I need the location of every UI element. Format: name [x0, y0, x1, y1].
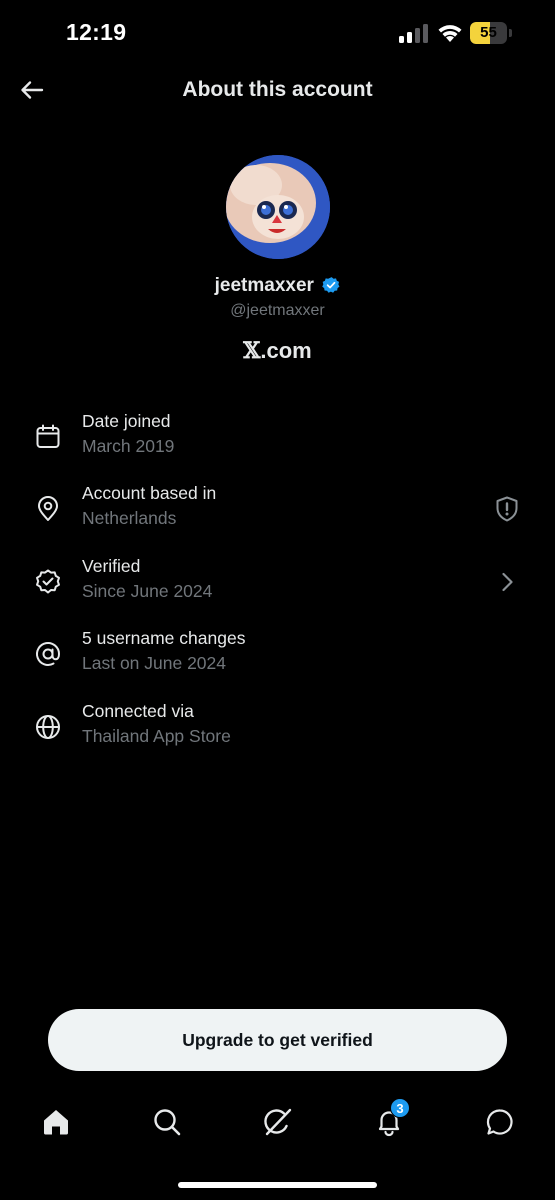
info-value: March 2019 [82, 436, 175, 456]
cellular-signal-icon [399, 24, 428, 43]
info-account-based-in: Account based in Netherlands [0, 483, 555, 543]
verified-badge-icon [322, 276, 340, 293]
messages-icon[interactable] [484, 1106, 516, 1138]
search-icon[interactable] [151, 1106, 183, 1138]
status-time: 12:19 [66, 19, 127, 45]
home-icon[interactable] [40, 1106, 72, 1138]
grok-icon[interactable] [262, 1106, 294, 1138]
info-value: Netherlands [82, 508, 177, 528]
site-suffix: .com [260, 338, 312, 363]
location-pin-icon [38, 496, 58, 521]
page-title: About this account [182, 78, 373, 101]
globe-icon [36, 715, 60, 739]
battery-icon: 55 [470, 22, 512, 44]
shield-alert-icon[interactable] [493, 495, 521, 523]
info-title: Connected via [82, 701, 194, 721]
calendar-icon [36, 424, 60, 448]
chevron-right-icon[interactable] [493, 568, 521, 596]
header: About this account [0, 66, 555, 114]
home-indicator [178, 1182, 377, 1188]
info-date-joined: Date joined March 2019 [0, 411, 555, 471]
wifi-icon [438, 25, 462, 42]
name-row: jeetmaxxer [0, 275, 555, 297]
verified-badge-icon [36, 569, 60, 594]
info-connected-via: Connected via Thailand App Store [0, 701, 555, 761]
status-bar: 12:19 55 [0, 0, 555, 70]
x-logo-icon: 𝕏 [243, 338, 261, 364]
info-username-changes: 5 username changes Last on June 2024 [0, 628, 555, 688]
notification-count-badge: 3 [390, 1098, 410, 1118]
info-value: Since June 2024 [82, 581, 213, 601]
info-value: Last on June 2024 [82, 653, 227, 673]
info-title: Verified [82, 556, 141, 576]
info-title: Date joined [82, 411, 171, 431]
battery-level: 55 [480, 24, 497, 41]
x-com-link[interactable]: 𝕏.com [0, 338, 555, 364]
notifications-tab[interactable]: 3 [373, 1098, 410, 1138]
info-verified[interactable]: Verified Since June 2024 [0, 556, 555, 616]
at-sign-icon [36, 642, 61, 666]
info-value: Thailand App Store [82, 726, 231, 746]
info-title: 5 username changes [82, 628, 246, 648]
info-title: Account based in [82, 483, 217, 503]
avatar[interactable] [226, 155, 330, 259]
handle: @jeetmaxxer [230, 302, 325, 319]
display-name: jeetmaxxer [214, 275, 314, 296]
upgrade-button[interactable]: Upgrade to get verified [48, 1009, 507, 1071]
avatar-image [226, 155, 330, 259]
